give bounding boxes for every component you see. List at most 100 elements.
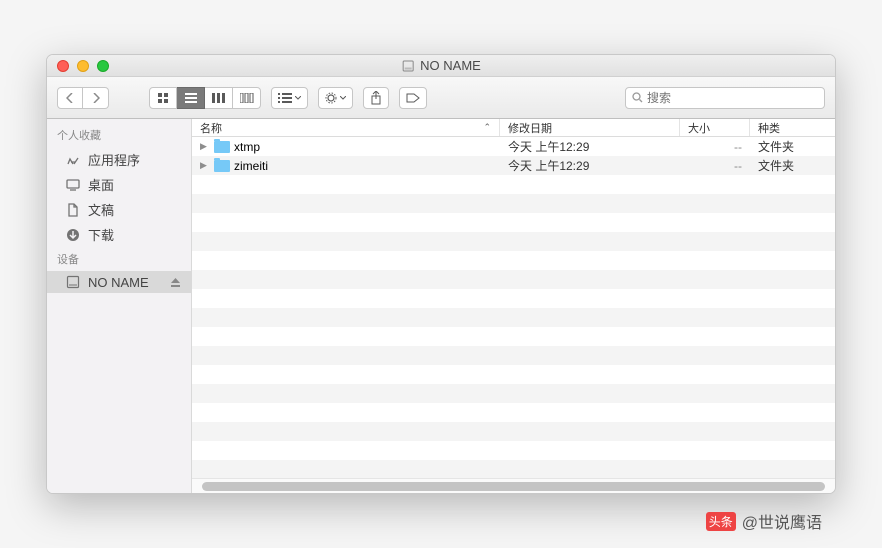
- cell-date: 今天 上午12:29: [500, 138, 680, 155]
- table-row: [192, 441, 835, 460]
- sidebar-item-label: 桌面: [88, 175, 114, 194]
- tags-button[interactable]: [399, 87, 427, 109]
- disk-icon: [401, 59, 415, 73]
- watermark: 头条 @世说鹰语: [706, 509, 822, 533]
- action-button[interactable]: [318, 87, 353, 109]
- scrollbar-thumb[interactable]: [202, 482, 825, 491]
- content-area: 个人收藏应用程序桌面文稿下载设备 NO NAME 名称⌃ 修改日期 大小 种类 ▶…: [47, 119, 835, 493]
- cell-kind: 文件夹: [750, 157, 835, 174]
- table-row: [192, 194, 835, 213]
- column-size[interactable]: 大小: [680, 119, 750, 136]
- tag-icon: [406, 93, 420, 103]
- sidebar-section-header: 设备: [47, 247, 191, 271]
- arrange-icon: [278, 93, 292, 103]
- table-row: [192, 232, 835, 251]
- titlebar[interactable]: NO NAME: [47, 55, 835, 77]
- sidebar-item[interactable]: 应用程序: [47, 147, 191, 172]
- columns-icon: [212, 93, 226, 103]
- chevron-right-icon: [92, 93, 100, 103]
- search-icon: [632, 92, 643, 103]
- table-row: [192, 270, 835, 289]
- chevron-down-icon: [295, 96, 301, 100]
- share-button[interactable]: [363, 87, 389, 109]
- watermark-icon: 头条: [706, 512, 736, 531]
- disclosure-triangle-icon[interactable]: ▶: [200, 160, 210, 171]
- docs-icon: [65, 202, 81, 218]
- sidebar-item-label: 文稿: [88, 200, 114, 219]
- list-icon: [185, 93, 197, 103]
- table-row: [192, 251, 835, 270]
- finder-window: NO NAME 个人收藏应用程序桌面文稿下载设备 NO NAME 名称⌃: [46, 54, 836, 494]
- column-view-button[interactable]: [205, 87, 233, 109]
- sidebar-item-label: 下载: [88, 225, 114, 244]
- gear-icon: [325, 92, 337, 104]
- table-row: [192, 327, 835, 346]
- icon-view-button[interactable]: [149, 87, 177, 109]
- cell-date: 今天 上午12:29: [500, 157, 680, 174]
- column-date[interactable]: 修改日期: [500, 119, 680, 136]
- table-row: [192, 175, 835, 194]
- sort-asc-icon: ⌃: [483, 122, 491, 133]
- sidebar-section-header: 个人收藏: [47, 123, 191, 147]
- traffic-lights: [57, 60, 109, 72]
- table-row: [192, 384, 835, 403]
- sidebar-item[interactable]: 桌面: [47, 172, 191, 197]
- table-row: [192, 460, 835, 478]
- folder-icon: [214, 160, 230, 172]
- table-row: [192, 422, 835, 441]
- forward-button[interactable]: [83, 87, 109, 109]
- table-row[interactable]: ▶ zimeiti 今天 上午12:29--文件夹: [192, 156, 835, 175]
- window-title: NO NAME: [401, 58, 481, 73]
- cell-size: --: [680, 140, 750, 154]
- table-row[interactable]: ▶ xtmp 今天 上午12:29--文件夹: [192, 137, 835, 156]
- disk-icon: [65, 274, 81, 290]
- disclosure-triangle-icon[interactable]: ▶: [200, 141, 210, 152]
- column-kind[interactable]: 种类: [750, 119, 835, 136]
- grid-icon: [157, 92, 169, 104]
- search-field[interactable]: [625, 87, 825, 109]
- gallery-icon: [240, 93, 254, 103]
- cell-name: ▶ xtmp: [192, 140, 500, 154]
- arrange-button[interactable]: [271, 87, 308, 109]
- sidebar-item[interactable]: 下载: [47, 222, 191, 247]
- nav-buttons: [57, 87, 109, 109]
- chevron-down-icon: [340, 96, 346, 100]
- cell-kind: 文件夹: [750, 138, 835, 155]
- file-list: 名称⌃ 修改日期 大小 种类 ▶ xtmp 今天 上午12:29--文件夹 ▶ zime…: [192, 119, 835, 493]
- column-headers: 名称⌃ 修改日期 大小 种类: [192, 119, 835, 137]
- table-row: [192, 346, 835, 365]
- downloads-icon: [65, 227, 81, 243]
- table-row: [192, 213, 835, 232]
- close-button[interactable]: [57, 60, 69, 72]
- desktop-icon: [65, 177, 81, 193]
- share-icon: [370, 91, 382, 105]
- cell-size: --: [680, 159, 750, 173]
- cell-name: ▶ zimeiti: [192, 159, 500, 173]
- search-input[interactable]: [647, 91, 818, 105]
- list-view-button[interactable]: [177, 87, 205, 109]
- minimize-button[interactable]: [77, 60, 89, 72]
- toolbar: [47, 77, 835, 119]
- chevron-left-icon: [66, 93, 74, 103]
- table-row: [192, 308, 835, 327]
- table-row: [192, 365, 835, 384]
- column-name[interactable]: 名称⌃: [192, 119, 500, 136]
- sidebar-item-label: NO NAME: [88, 275, 149, 290]
- sidebar-item-label: 应用程序: [88, 150, 140, 169]
- apps-icon: [65, 152, 81, 168]
- file-name: xtmp: [234, 140, 260, 154]
- rows-container[interactable]: ▶ xtmp 今天 上午12:29--文件夹 ▶ zimeiti 今天 上午12:29--…: [192, 137, 835, 478]
- folder-icon: [214, 141, 230, 153]
- maximize-button[interactable]: [97, 60, 109, 72]
- file-name: zimeiti: [234, 159, 268, 173]
- gallery-view-button[interactable]: [233, 87, 261, 109]
- table-row: [192, 289, 835, 308]
- sidebar-item[interactable]: NO NAME: [47, 271, 191, 293]
- view-mode-segment: [149, 87, 261, 109]
- eject-icon[interactable]: [170, 277, 181, 288]
- sidebar-item[interactable]: 文稿: [47, 197, 191, 222]
- sidebar: 个人收藏应用程序桌面文稿下载设备 NO NAME: [47, 119, 192, 493]
- back-button[interactable]: [57, 87, 83, 109]
- table-row: [192, 403, 835, 422]
- horizontal-scrollbar[interactable]: [192, 478, 835, 493]
